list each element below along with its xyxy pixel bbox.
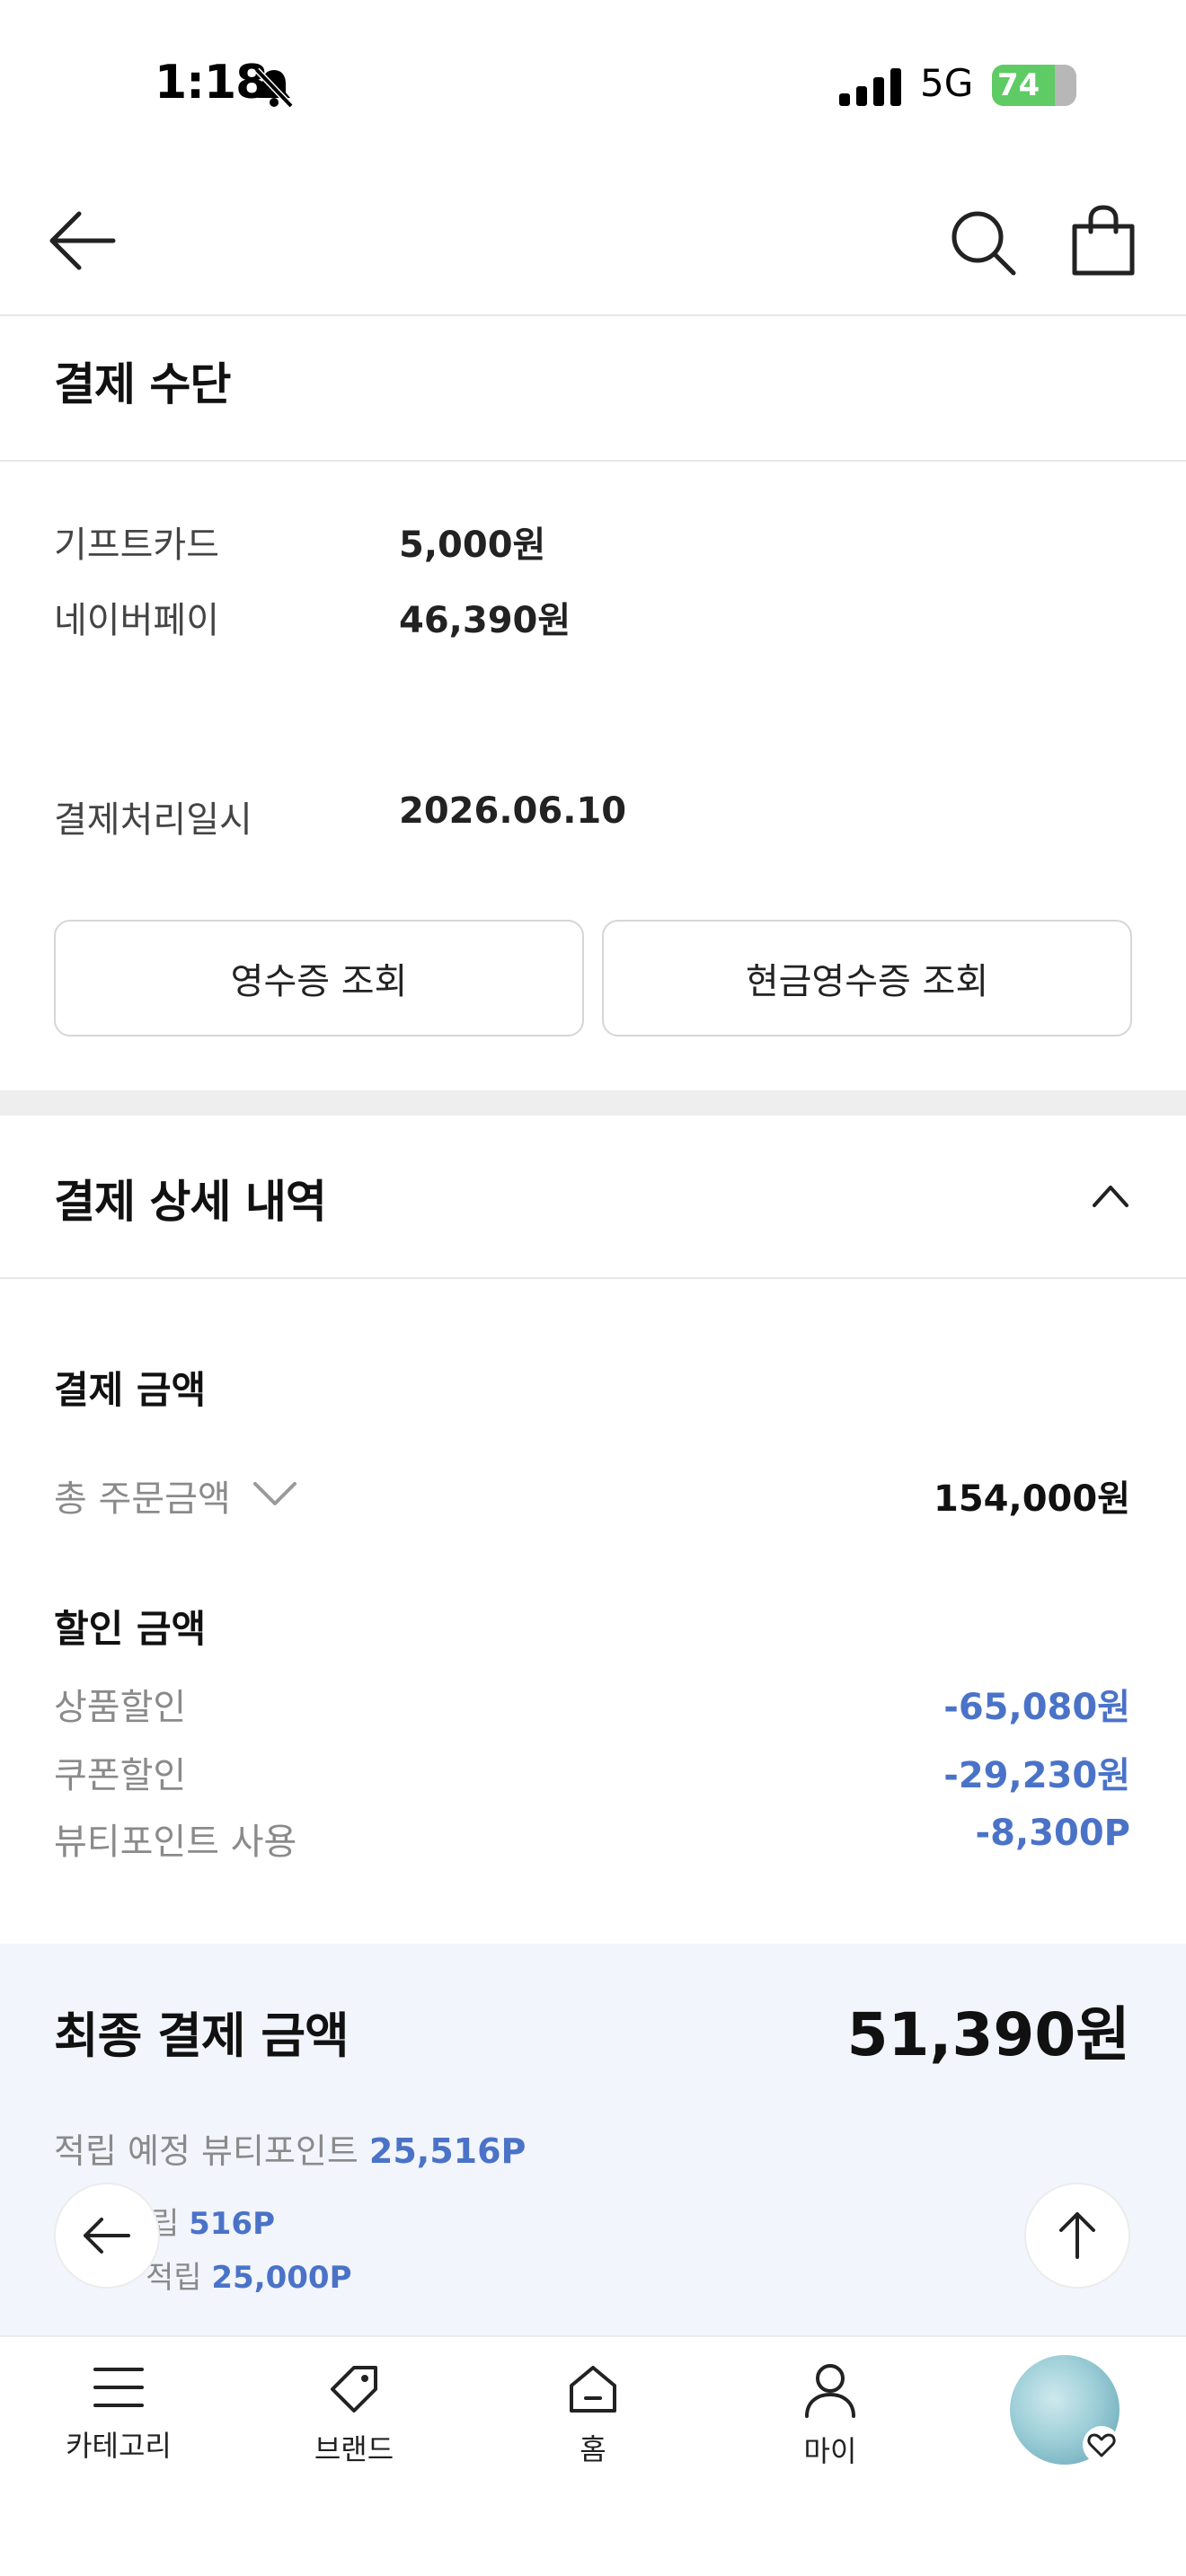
payment-date-value: 2026.06.10 xyxy=(399,790,627,832)
final-amount-value: 51,390원 xyxy=(846,2000,1130,2069)
tab-brand[interactable]: 브랜드 xyxy=(264,2337,444,2517)
menu-icon xyxy=(93,2368,144,2407)
naverpay-value: 46,390원 xyxy=(399,600,571,641)
tab-brand-label: 브랜드 xyxy=(314,2432,394,2466)
tag-icon xyxy=(331,2366,377,2413)
chevron-up-icon[interactable] xyxy=(1091,1182,1130,1209)
total-order-value: 154,000원 xyxy=(934,1478,1130,1520)
coupon-discount-label: 쿠폰할인 xyxy=(54,1755,187,1796)
expected-points-label: 적립 예정 뷰티포인트 xyxy=(54,2131,358,2171)
total-order-label[interactable]: 총 주문금액 xyxy=(54,1469,231,1522)
points-detail-label-2: 적립 xyxy=(146,2260,202,2296)
giftcard-label: 기프트카드 xyxy=(54,525,219,566)
arrow-up-icon xyxy=(1059,2212,1095,2259)
tab-home[interactable]: 홈 xyxy=(503,2337,683,2517)
amount-title: 결제 금액 xyxy=(54,1368,207,1412)
back-arrow-icon xyxy=(84,2218,130,2254)
points-detail-value-1: 516P xyxy=(189,2206,275,2242)
shopping-bag-icon[interactable] xyxy=(1069,205,1137,277)
giftcard-value: 5,000원 xyxy=(399,525,546,566)
expected-points-value: 25,516P xyxy=(368,2131,527,2171)
network-type: 5G xyxy=(920,61,974,105)
tab-category-label: 카테고리 xyxy=(66,2429,172,2463)
status-time: 1:18 xyxy=(155,56,268,110)
search-icon[interactable] xyxy=(949,208,1017,277)
section-separator xyxy=(0,1090,1186,1116)
bell-muted-icon xyxy=(254,67,294,109)
bottom-tab-bar: 카테고리 브랜드 홈 마이 xyxy=(0,2335,1186,2576)
naverpay-label: 네이버페이 xyxy=(54,600,219,641)
product-discount-value: -65,080원 xyxy=(943,1687,1130,1728)
section-divider xyxy=(0,1277,1186,1279)
home-icon xyxy=(570,2366,616,2413)
back-arrow-icon[interactable] xyxy=(47,208,119,273)
final-amount-label: 최종 결제 금액 xyxy=(54,2007,350,2064)
battery-percent: 74 xyxy=(997,67,1040,103)
beauty-point-value: -8,300P xyxy=(975,1813,1130,1854)
tab-category[interactable]: 카테고리 xyxy=(29,2337,208,2517)
heart-icon[interactable] xyxy=(1082,2425,1121,2465)
points-detail-row-1: 립 516P xyxy=(151,2199,275,2243)
tab-home-label: 홈 xyxy=(580,2432,606,2466)
receipt-button[interactable]: 영수증 조회 xyxy=(54,920,584,1037)
scroll-top-button[interactable] xyxy=(1024,2183,1130,2289)
header-divider xyxy=(0,314,1186,316)
expected-points-row: 적립 예정 뷰티포인트 25,516P xyxy=(54,2123,526,2173)
payment-method-title: 결제 수단 xyxy=(54,358,231,410)
coupon-discount-value: -29,230원 xyxy=(943,1755,1130,1796)
points-detail-row-2: 적립 25,000P xyxy=(146,2253,352,2297)
beauty-point-label: 뷰티포인트 사용 xyxy=(54,1822,297,1863)
discount-title: 할인 금액 xyxy=(54,1607,207,1651)
tab-my[interactable]: 마이 xyxy=(740,2337,920,2517)
points-detail-value-2: 25,000P xyxy=(211,2260,352,2296)
battery-indicator: 74 xyxy=(992,65,1076,106)
person-icon xyxy=(805,2364,855,2418)
floating-back-button[interactable] xyxy=(54,2183,160,2289)
chevron-down-icon[interactable] xyxy=(252,1478,298,1507)
payment-date-label: 결제처리일시 xyxy=(54,799,252,841)
payment-detail-title: 결제 상세 내역 xyxy=(54,1176,327,1228)
product-discount-label: 상품할인 xyxy=(54,1687,187,1728)
cash-receipt-button[interactable]: 현금영수증 조회 xyxy=(602,920,1132,1037)
cellular-signal-icon xyxy=(839,68,901,106)
section-divider xyxy=(0,460,1186,462)
tab-my-label: 마이 xyxy=(803,2434,857,2468)
